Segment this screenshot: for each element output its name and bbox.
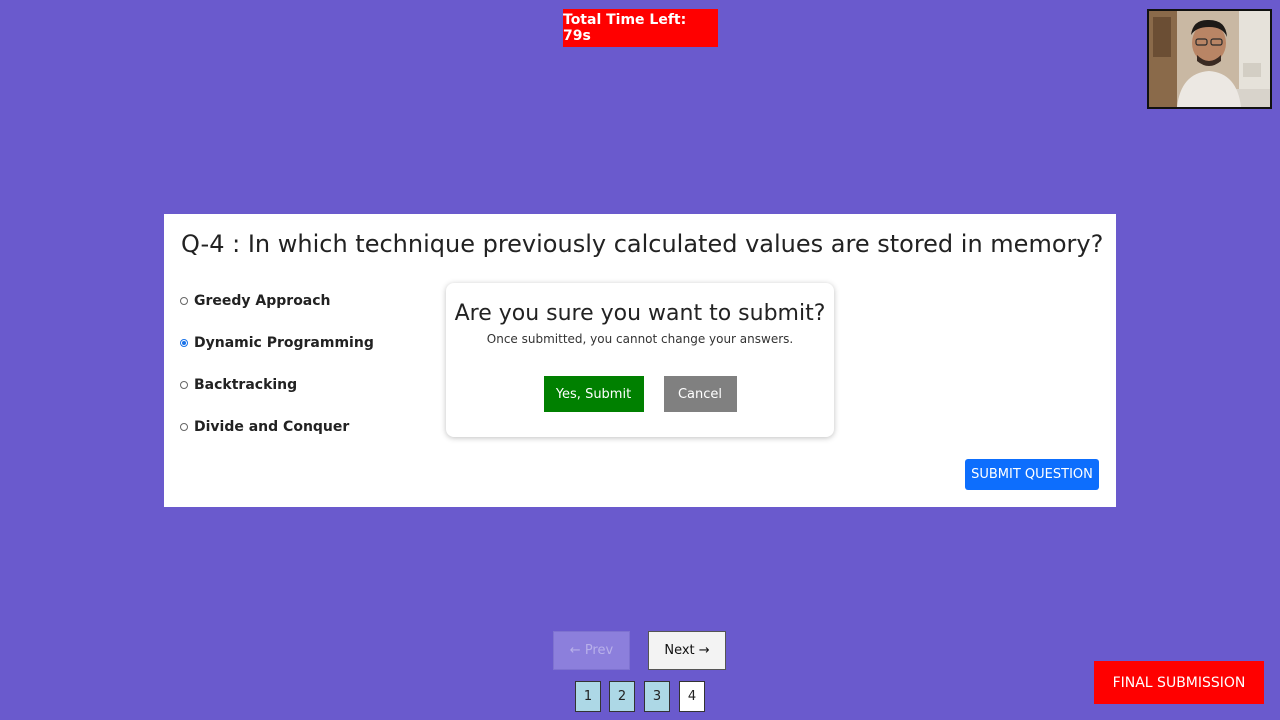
next-button[interactable]: Next → [648, 631, 726, 670]
radio-button[interactable] [180, 381, 188, 389]
final-submission-button[interactable]: FINAL SUBMISSION [1094, 661, 1264, 704]
webcam-preview [1147, 9, 1272, 109]
page-button-2[interactable]: 2 [609, 681, 635, 712]
dialog-actions: Yes, Submit Cancel [446, 376, 834, 412]
option-dynamic-programming[interactable]: Dynamic Programming [180, 335, 374, 351]
dialog-message: Once submitted, you cannot change your a… [486, 332, 794, 346]
option-label: Divide and Conquer [194, 419, 350, 435]
option-label: Dynamic Programming [194, 335, 374, 351]
prev-button[interactable]: ← Prev [553, 631, 630, 670]
radio-button[interactable] [180, 297, 188, 305]
page-button-3[interactable]: 3 [644, 681, 670, 712]
page-button-1[interactable]: 1 [575, 681, 601, 712]
time-left-text: Total Time Left: 79s [563, 12, 687, 44]
cancel-button[interactable]: Cancel [663, 376, 737, 412]
question-title: Q-4 : In which technique previously calc… [181, 230, 1104, 258]
confirm-submit-dialog: Are you sure you want to submit? Once su… [446, 283, 834, 437]
yes-submit-button[interactable]: Yes, Submit [543, 376, 644, 412]
option-label: Greedy Approach [194, 293, 331, 309]
radio-button-selected[interactable] [180, 339, 188, 347]
option-greedy-approach[interactable]: Greedy Approach [180, 293, 331, 309]
page-button-4[interactable]: 4 [679, 681, 705, 712]
webcam-image [1149, 11, 1270, 107]
option-label: Backtracking [194, 377, 298, 393]
option-backtracking[interactable]: Backtracking [180, 377, 297, 393]
dialog-title: Are you sure you want to submit? [454, 301, 826, 326]
exam-page: Total Time Left: 79s Q-4 : In which tech… [0, 0, 1280, 720]
option-divide-and-conquer[interactable]: Divide and Conquer [180, 419, 349, 435]
time-left-badge: Total Time Left: 79s [563, 9, 718, 47]
radio-button[interactable] [180, 423, 188, 431]
submit-question-button[interactable]: SUBMIT QUESTION [965, 459, 1099, 490]
